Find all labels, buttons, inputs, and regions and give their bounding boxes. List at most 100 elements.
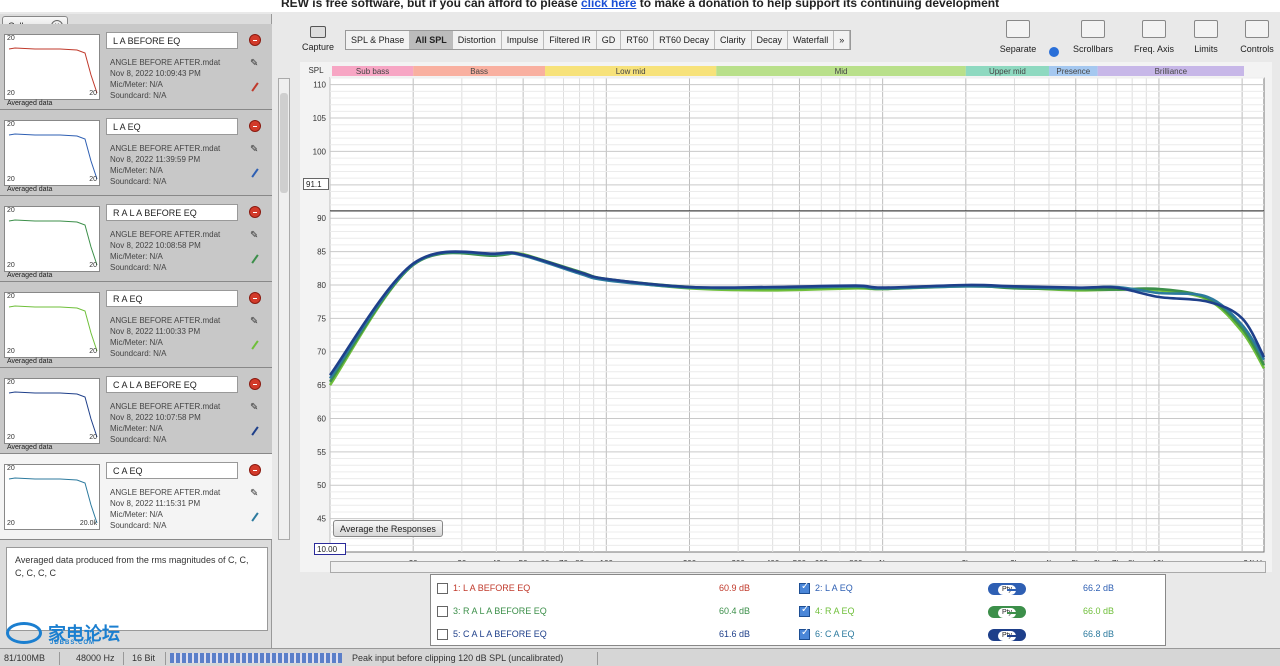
donate-link[interactable]: click here [581,0,636,10]
measurement-name-field[interactable]: C A L A BEFORE EQ [106,376,238,393]
thumb-x-end: 20.0k [79,520,97,527]
trace-color-icon[interactable] [250,337,260,350]
x-start-field[interactable]: 10.00 [314,543,346,555]
trace-color-icon[interactable] [250,423,260,436]
measurement-name-field[interactable]: L A BEFORE EQ [106,32,238,49]
scrollbars-button[interactable]: Scrollbars [1066,18,1120,62]
trace-color-icon[interactable] [250,509,260,522]
tab-filtered-ir[interactable]: Filtered IR [544,31,597,49]
trace-visibility-checkbox[interactable] [799,604,810,617]
thumb-x-end: 20 [89,90,97,97]
panel-scrollbar[interactable] [278,78,290,540]
measurement-item[interactable]: 20 20 20 Averaged data R A EQ ANGLE BEFO… [0,282,272,368]
thumbnail-trace [8,219,98,266]
tab-clarity[interactable]: Clarity [715,31,752,49]
measurement-info: ANGLE BEFORE AFTER.mdat Nov 8, 2022 10:0… [110,401,220,445]
trace-visibility-checkbox[interactable] [437,606,448,617]
tab-rt60-decay[interactable]: RT60 Decay [654,31,715,49]
band-label: Mid [835,67,848,76]
limits-button[interactable]: Limits [1188,18,1224,62]
trace-color-icon[interactable] [250,165,260,178]
delete-measurement-icon[interactable] [249,34,261,46]
measurement-name-field[interactable]: R A L A BEFORE EQ [106,204,238,221]
measurement-item[interactable]: 20 20 20 Averaged data L A BEFORE EQ ANG… [0,24,272,110]
trace-color-icon[interactable] [250,251,260,264]
tab-gd[interactable]: GD [597,31,622,49]
spl-chart[interactable]: Sub bass Bass Low mid Mid Upper mid Presence B… [300,62,1272,572]
measurement-date: Nov 8, 2022 10:09:43 PM [110,69,201,78]
y-tick-label: 65 [317,381,326,390]
trace-level: 60.9 dB [719,583,751,593]
delete-measurement-icon[interactable] [249,378,261,390]
trace-level: 61.6 dB [719,629,751,639]
trace-level: 66.8 dB [1083,629,1115,639]
capture-button[interactable]: Capture [298,22,338,58]
measurement-name-field[interactable]: R A EQ [106,290,238,307]
trace-style-pill[interactable]: Pty [988,629,1026,641]
delete-measurement-icon[interactable] [249,206,261,218]
measurement-notes[interactable]: Averaged data produced from the rms magn… [6,547,268,631]
trace-color-icon[interactable] [250,79,260,92]
measurement-soundcard: Soundcard: N/A [110,435,167,444]
average-responses-button[interactable]: Average the Responses [333,520,443,537]
trace-style-pill[interactable]: Pty [988,606,1026,618]
measurement-item[interactable]: 20 20 20.0k C A EQ ANGLE BEFORE AFTER.md… [0,454,272,540]
tab-rt60[interactable]: RT60 [621,31,655,49]
spl-graph[interactable]: Sub bass Bass Low mid Mid Upper mid Presence B… [300,62,1272,572]
measurement-item[interactable]: 20 20 20 Averaged data L A EQ ANGLE BEFO… [0,110,272,196]
delete-measurement-icon[interactable] [249,120,261,132]
controls-button[interactable]: Controls [1234,18,1280,62]
measurement-thumbnail[interactable]: 20 20 20 Averaged data [4,292,100,365]
tab-spl-phase[interactable]: SPL & Phase [346,31,411,49]
measurement-date: Nov 8, 2022 11:15:31 PM [110,499,201,508]
measurement-item[interactable]: 20 20 20 Averaged data R A L A BEFORE EQ… [0,196,272,282]
scrollbar-thumb[interactable] [280,93,288,193]
thumb-avg-label: Averaged data [5,358,55,365]
y-tick-label: 110 [313,81,326,90]
wrench-icon[interactable]: ✎ [250,316,258,327]
measurement-thumbnail[interactable]: 20 20 20 Averaged data [4,206,100,279]
wrench-icon[interactable]: ✎ [250,402,258,413]
measurement-thumbnail[interactable]: 20 20 20 Averaged data [4,120,100,193]
measurement-thumbnail[interactable]: 20 20 20 Averaged data [4,378,100,451]
y-tick-label: 60 [317,414,326,423]
trace-legend: 1: L A BEFORE EQ 60.9 dB 2: L A EQ Pty 6… [430,574,1166,646]
measurement-file: ANGLE BEFORE AFTER.mdat [110,402,221,411]
trace-style-pill[interactable]: Pty [988,583,1026,595]
tab-[interactable]: » [834,31,851,49]
thumb-avg-label: Averaged data [5,272,55,279]
wrench-icon[interactable]: ✎ [250,58,258,69]
delete-measurement-icon[interactable] [249,464,261,476]
y-tick-label: 70 [317,348,326,357]
freq-axis-button[interactable]: Freq. Axis [1128,18,1180,62]
wrench-icon[interactable]: ✎ [250,144,258,155]
measurement-file: ANGLE BEFORE AFTER.mdat [110,144,221,153]
trace-visibility-checkbox[interactable] [799,627,810,640]
wrench-icon[interactable]: ✎ [250,230,258,241]
reference-level-box[interactable]: 91.1 [303,178,329,190]
measurement-thumbnail[interactable]: 20 20 20.0k [4,464,100,530]
measurement-info: ANGLE BEFORE AFTER.mdat Nov 8, 2022 11:3… [110,143,220,187]
delete-measurement-icon[interactable] [249,292,261,304]
trace-visibility-checkbox[interactable] [437,583,448,594]
measurement-name-field[interactable]: L A EQ [106,118,238,135]
measurement-date: Nov 8, 2022 11:00:33 PM [110,327,201,336]
measurement-thumbnail[interactable]: 20 20 20 Averaged data [4,34,100,107]
scrollbars-toggle-indicator[interactable] [1049,47,1059,57]
tab-waterfall[interactable]: Waterfall [788,31,835,49]
trace-visibility-checkbox[interactable] [437,629,448,640]
tab-all-spl[interactable]: All SPL [410,31,453,49]
trace-visibility-checkbox[interactable] [799,581,810,594]
wrench-icon[interactable]: ✎ [250,488,258,499]
tab-decay[interactable]: Decay [752,31,789,49]
measurement-name-field[interactable]: C A EQ [106,462,238,479]
separate-button[interactable]: Separate [996,18,1040,62]
measurement-info: ANGLE BEFORE AFTER.mdat Nov 8, 2022 11:1… [110,487,220,531]
measurement-file: ANGLE BEFORE AFTER.mdat [110,58,221,67]
thumb-x-start: 20 [7,348,15,355]
measurement-item[interactable]: 20 20 20 Averaged data C A L A BEFORE EQ… [0,368,272,454]
graph-h-scrollbar[interactable] [330,561,1266,573]
tab-distortion[interactable]: Distortion [453,31,502,49]
tab-impulse[interactable]: Impulse [502,31,545,49]
thumbnail-trace [8,133,98,180]
